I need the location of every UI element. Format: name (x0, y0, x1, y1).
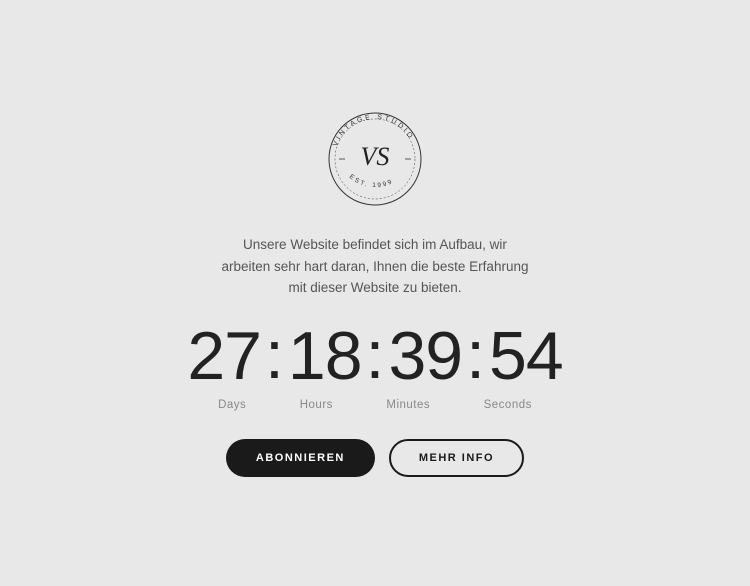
hours-value: 18 (288, 322, 362, 390)
minutes-value: 39 (388, 322, 462, 390)
separator-2: : (366, 321, 385, 391)
svg-text:EST. 1999: EST. 1999 (348, 173, 395, 189)
logo-wrapper: VINTAGE STUDIO EST. 1999 VS (325, 109, 425, 214)
seconds-value: 54 (489, 322, 563, 390)
countdown-days: 27 (187, 322, 261, 390)
days-value: 27 (187, 322, 261, 390)
hours-label: Hours (300, 399, 333, 411)
countdown-labels: Days Hours Minutes Seconds (187, 399, 562, 411)
separator-3: : (466, 321, 485, 391)
seconds-label: Seconds (484, 399, 532, 411)
svg-text:VS: VS (361, 142, 390, 171)
countdown-minutes: 39 (388, 322, 462, 390)
countdown-timer: 27 : 18 : 39 : 54 (187, 321, 562, 391)
subscribe-button[interactable]: ABONNIEREN (226, 439, 375, 477)
description-text: Unsere Website befindet sich im Aufbau, … (220, 234, 530, 299)
days-label: Days (218, 399, 246, 411)
countdown-hours: 18 (288, 322, 362, 390)
countdown-seconds: 54 (489, 322, 563, 390)
minutes-label: Minutes (386, 399, 430, 411)
separator-1: : (265, 321, 284, 391)
logo-icon: VINTAGE STUDIO EST. 1999 VS (325, 109, 425, 209)
action-buttons: ABONNIEREN MEHR INFO (226, 439, 524, 477)
more-info-button[interactable]: MEHR INFO (389, 439, 524, 477)
main-container: VINTAGE STUDIO EST. 1999 VS Unsere Websi… (187, 109, 562, 477)
